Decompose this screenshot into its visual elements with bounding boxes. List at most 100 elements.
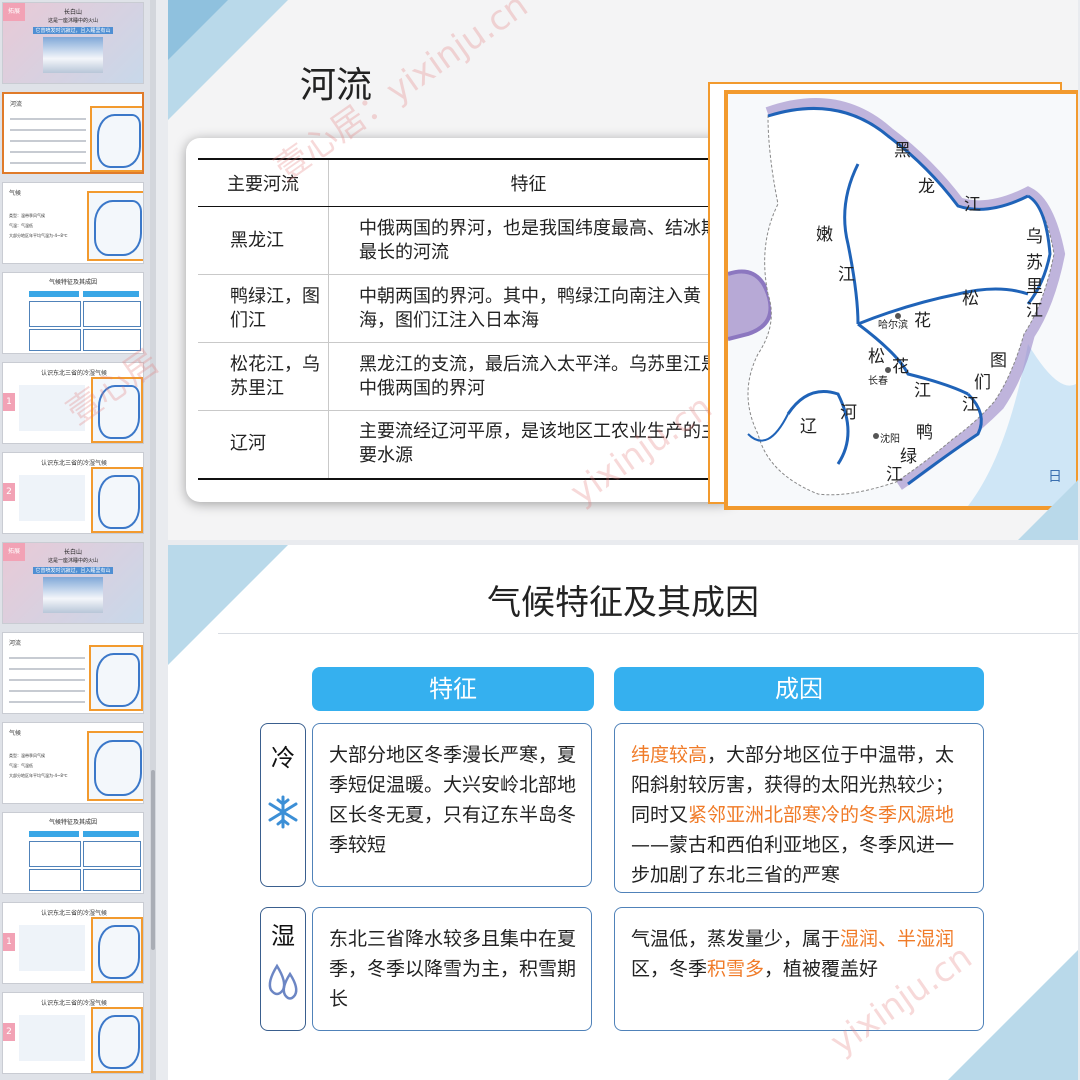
map-label-wusulijiang: 苏 [1026, 253, 1043, 273]
slide-title: 河流 [300, 65, 373, 106]
cause-text: ，植被覆盖好 [764, 958, 879, 980]
slide-thumbnail-panel: 拓展 长白山 这是一座沐睡中的火山 它曾喷发时沉寂过，且入睡里有山 河流 气候 类型：温带季… [0, 0, 156, 1080]
thumb-title: 长白山 [63, 9, 82, 16]
thumb-table-line [9, 657, 85, 659]
slide-rivers[interactable]: 河流 主要河流 特征 黑龙江 中俄两国的界河，也是我国纬度最高、结冰期最长的河流… [168, 0, 1078, 540]
slide-thumbnail[interactable]: 拓展 长白山 这是一座沐睡中的火山 它曾喷发时沉寂过，且入睡里有山 [2, 2, 144, 84]
thumb-title: 气候特征及其成因 [48, 279, 97, 286]
map-label-liao: 辽 [800, 417, 817, 437]
thumb-table-line [9, 690, 85, 692]
river-name: 辽河 [198, 410, 329, 480]
thumb-map [89, 645, 143, 711]
city-harbin: 哈尔滨 [878, 320, 908, 331]
thumb-box [83, 301, 141, 327]
river-feature: 中俄两国的界河，也是我国纬度最高、结冰期最长的河流 [328, 206, 728, 275]
thumb-map [91, 917, 143, 983]
thumbnail-scroll-thumb[interactable] [151, 770, 155, 950]
slide-thumbnail[interactable]: 认识东北三省的冷湿气候 1 [2, 362, 144, 444]
thumb-title: 认识东北三省的冷湿气候 [41, 370, 108, 377]
thumb-text: 类型：温带季风气候 [9, 213, 45, 218]
river-feature: 主要流经辽河平原，是该地区工农业生产的主要水源 [328, 410, 728, 480]
thumb-title: 河流 [10, 101, 23, 108]
feature-wet: 东北三省降水较多且集中在夏季，冬季以降雪为主，积雪期长 [312, 907, 592, 1031]
river-name: 鸭绿江，图们江 [198, 274, 329, 343]
thumb-text: 类型：温带季风气候 [9, 753, 45, 758]
label-cold: 冷 [260, 723, 306, 887]
thumb-subtitle: 这是一座沐睡中的火山 [47, 558, 98, 564]
river-feature: 中朝两国的界河。其中，鸭绿江向南注入黄海，图们江注入日本海 [328, 274, 728, 343]
thumb-table-line [10, 140, 86, 142]
thumb-table-line [9, 679, 85, 681]
thumb-title: 认识东北三省的冷湿气候 [41, 460, 108, 467]
map-label-yalu: 江 [886, 465, 903, 485]
cause-highlight: 积雪多 [707, 958, 765, 980]
map-label-nenjiang: 江 [838, 265, 855, 285]
thumb-title: 气候特征及其成因 [48, 819, 97, 826]
map-label-wusulijiang: 乌 [1026, 227, 1043, 247]
slide-thumbnail[interactable]: 认识东北三省的冷湿气候 1 [2, 902, 144, 984]
thumb-map [91, 1007, 143, 1073]
slide-thumbnail[interactable]: 认识东北三省的冷湿气候 2 [2, 992, 144, 1074]
cause-text: ——蒙古和西伯利亚地区，冬季风进一步加剧了东北三省的严寒 [631, 834, 955, 886]
thumb-mountain-image [43, 577, 103, 613]
slide-thumbnail[interactable]: 河流 [2, 92, 144, 174]
map-label-heilongjiang: 江 [964, 195, 981, 215]
water-drops-icon [268, 963, 298, 1000]
label-wet-text: 湿 [271, 922, 295, 950]
feature-cold: 大部分地区冬季漫长严寒，夏季短促温暖。大兴安岭北部地区长冬无夏，只有辽东半岛冬季… [312, 723, 592, 887]
thumb-box [29, 841, 81, 867]
slide-thumbnail[interactable]: 气候类型：温带季风气候 气温：气温低大部分地区年平均气温为-4~8℃ [2, 722, 144, 804]
slide-thumbnail[interactable]: 气候类型：温带季风气候 气温：气温低大部分地区年平均气温为-4~8℃ [2, 182, 144, 264]
corner-decoration [1018, 480, 1078, 540]
column-header: 特征 [328, 158, 728, 207]
thumb-text-block [19, 475, 85, 521]
thumb-text: 气温：气温低 [9, 223, 33, 228]
slide-climate[interactable]: 气候特征及其成因 特征 成因 冷 大部分地区冬季漫长严寒，夏季短促温暖。大兴安岭… [168, 545, 1078, 1080]
northeast-rivers-map: 黑 龙 江 嫩 江 乌 苏 里 江 松 花 松 花 江 图 们 江 辽 河 鸭 … [724, 90, 1078, 510]
slide-thumbnail[interactable]: 拓展 长白山 这是一座沐睡中的火山 它曾喷发时沉寂过，且入睡里有山 [2, 542, 144, 624]
city-changchun: 长春 [868, 376, 888, 387]
thumb-text-block [19, 1015, 85, 1061]
thumb-table-line [10, 129, 86, 131]
table-row: 辽河 主要流经辽河平原，是该地区工农业生产的主要水源 [198, 410, 728, 480]
thumb-text: 大部分地区年平均气温为-4~8℃ [9, 233, 68, 238]
thumb-header [29, 831, 79, 837]
map-label-yalu: 鸭 [916, 423, 933, 443]
table-row: 黑龙江 中俄两国的界河，也是我国纬度最高、结冰期最长的河流 [198, 206, 728, 275]
slide-thumbnail[interactable]: 气候特征及其成因 [2, 272, 144, 354]
thumb-header [83, 291, 139, 297]
map-label-tumen: 江 [962, 395, 979, 415]
map-label-songhua-lower: 花 [892, 357, 909, 377]
thumb-title: 认识东北三省的冷湿气候 [41, 1000, 108, 1007]
thumb-title: 气候 [9, 190, 22, 197]
cause-highlight: 湿润、半湿润 [840, 928, 955, 950]
map-label-heilongjiang: 黑 [894, 141, 911, 161]
cause-text: 气温低，蒸发量少，属于 [631, 928, 841, 950]
cause-highlight: 纬度较高 [631, 744, 708, 766]
corner-decoration [168, 0, 228, 60]
thumb-subtitle: 这是一座沐睡中的火山 [47, 18, 98, 24]
thumb-text: 大部分地区年平均气温为-4~8℃ [9, 773, 68, 778]
thumb-note: 它曾喷发时沉寂过，且入睡里有山 [33, 27, 113, 34]
thumb-text: 气温：气温低 [9, 763, 33, 768]
thumb-title: 气候 [9, 730, 22, 737]
thumb-header [83, 831, 139, 837]
thumb-table-line [10, 118, 86, 120]
slide-thumbnail[interactable]: 气候特征及其成因 [2, 812, 144, 894]
thumb-map [91, 377, 143, 443]
slide-thumbnail[interactable]: 认识东北三省的冷湿气候 2 [2, 452, 144, 534]
thumb-box [83, 329, 141, 351]
snowflake-icon [268, 795, 298, 829]
slide-thumbnail[interactable]: 河流 [2, 632, 144, 714]
header-feature: 特征 [312, 667, 594, 711]
thumb-map [87, 191, 143, 261]
map-label-songhua-lower: 松 [868, 347, 885, 367]
thumb-text-block [19, 385, 85, 431]
thumb-text-block [19, 925, 85, 971]
map-label-wusulijiang: 江 [1026, 301, 1043, 321]
table-row: 鸭绿江，图们江 中朝两国的界河。其中，鸭绿江向南注入黄海，图们江注入日本海 [198, 274, 728, 343]
thumb-badge: 1 [3, 933, 15, 951]
cause-cold: 纬度较高，大部分地区位于中温带，太阳斜射较厉害，获得的太阳光热较少；同时又紧邻亚… [614, 723, 984, 893]
thumb-table-line [9, 701, 85, 703]
cause-highlight: 紧邻亚洲北部寒冷的冬季风源地 [688, 804, 955, 826]
